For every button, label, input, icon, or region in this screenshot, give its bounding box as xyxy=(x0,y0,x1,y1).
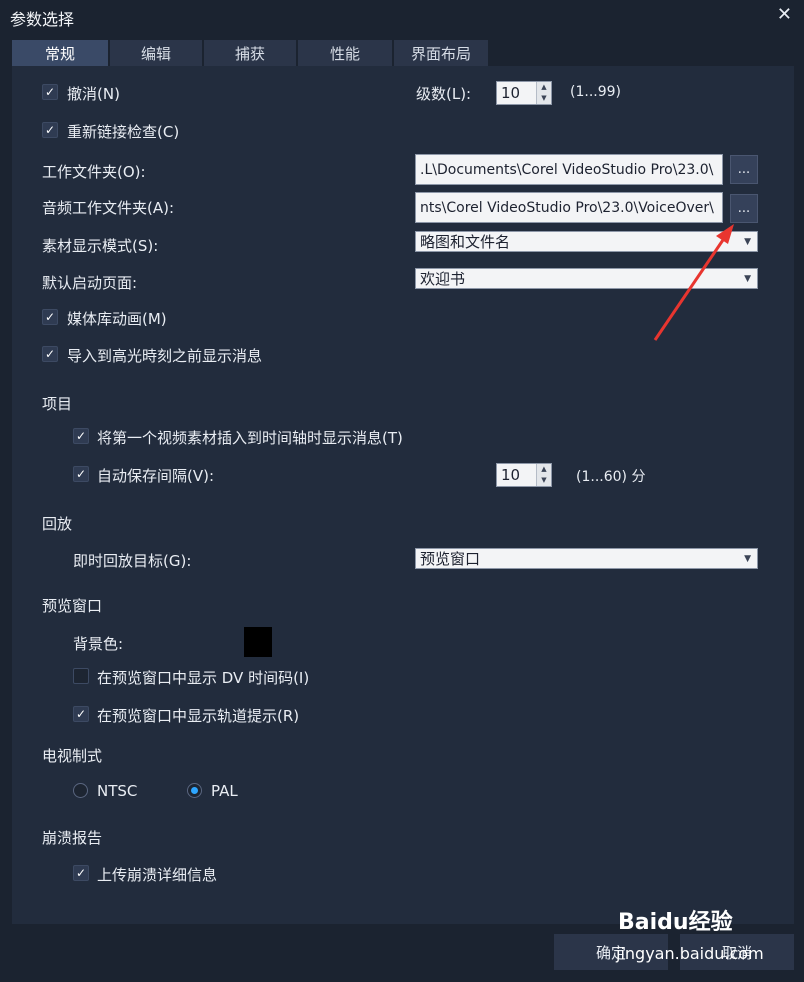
track-hints-checkbox[interactable]: ✓ xyxy=(73,706,89,722)
track-hints-label: 在预览窗口中显示轨道提示(R) xyxy=(97,707,300,725)
radio-selected-dot xyxy=(191,787,198,794)
import-msg-checkbox[interactable]: ✓ xyxy=(42,346,58,362)
relink-label: 重新链接检查(C) xyxy=(67,123,180,141)
clip-display-select[interactable]: 略图和文件名 ▼ xyxy=(415,231,758,252)
dv-timecode-checkbox[interactable] xyxy=(73,668,89,684)
spin-up-icon[interactable]: ▲ xyxy=(537,82,551,93)
chevron-down-icon: ▼ xyxy=(744,554,751,564)
playback-target-label: 即时回放目标(G): xyxy=(73,552,192,570)
levels-value: 10 xyxy=(501,84,521,102)
playback-target-select[interactable]: 预览窗口 ▼ xyxy=(415,548,758,569)
tab-ui-layout[interactable]: 界面布局 xyxy=(394,40,488,67)
tab-capture[interactable]: 捕获 xyxy=(204,40,296,67)
audio-folder-browse-button[interactable]: ... xyxy=(730,194,758,223)
clip-display-value: 略图和文件名 xyxy=(420,233,511,251)
autosave-value: 10 xyxy=(501,466,521,484)
undo-checkbox[interactable]: ✓ xyxy=(42,84,58,100)
close-icon[interactable]: ✕ xyxy=(777,4,792,25)
autosave-spin-buttons[interactable]: ▲ ▼ xyxy=(536,464,551,486)
playback-target-value: 预览窗口 xyxy=(420,550,481,568)
chevron-down-icon: ▼ xyxy=(744,274,751,284)
autosave-label: 自动保存间隔(V): xyxy=(97,467,215,485)
work-folder-browse-button[interactable]: ... xyxy=(730,155,758,184)
crash-heading: 崩溃报告 xyxy=(42,829,103,847)
pal-radio[interactable] xyxy=(187,783,202,798)
work-folder-label: 工作文件夹(O): xyxy=(42,163,146,181)
work-folder-input[interactable]: .L\Documents\Corel VideoStudio Pro\23.0\ xyxy=(415,154,723,185)
ntsc-radio[interactable] xyxy=(73,783,88,798)
autosave-checkbox[interactable]: ✓ xyxy=(73,466,89,482)
bg-color-label: 背景色: xyxy=(73,635,124,653)
levels-label: 级数(L): xyxy=(416,85,472,103)
title-bar xyxy=(0,0,804,32)
bg-color-swatch[interactable] xyxy=(244,627,272,657)
insert-msg-label: 将第一个视频素材插入到时间轴时显示消息(T) xyxy=(97,429,403,447)
audio-folder-label: 音频工作文件夹(A): xyxy=(42,199,175,217)
dv-timecode-label: 在预览窗口中显示 DV 时间码(I) xyxy=(97,669,310,687)
library-anim-checkbox[interactable]: ✓ xyxy=(42,309,58,325)
levels-stepper[interactable]: 10 ▲ ▼ xyxy=(496,81,552,105)
pal-label: PAL xyxy=(211,782,238,800)
levels-spin-buttons[interactable]: ▲ ▼ xyxy=(536,82,551,104)
chevron-down-icon: ▼ xyxy=(744,237,751,247)
spin-up-icon[interactable]: ▲ xyxy=(537,464,551,475)
crash-upload-label: 上传崩溃详细信息 xyxy=(97,866,218,884)
tab-edit[interactable]: 编辑 xyxy=(110,40,202,67)
baidu-watermark-logo: Baidu经验 xyxy=(618,910,733,935)
preview-heading: 预览窗口 xyxy=(42,597,103,615)
undo-label: 撤消(N) xyxy=(67,85,120,103)
startup-page-label: 默认启动页面: xyxy=(42,274,138,292)
library-anim-label: 媒体库动画(M) xyxy=(67,310,167,328)
clip-display-label: 素材显示模式(S): xyxy=(42,237,159,255)
audio-folder-input[interactable]: nts\Corel VideoStudio Pro\23.0\VoiceOver… xyxy=(415,192,723,223)
insert-msg-checkbox[interactable]: ✓ xyxy=(73,428,89,444)
playback-heading: 回放 xyxy=(42,515,73,533)
tv-heading: 电视制式 xyxy=(42,747,103,765)
levels-range: (1...99) xyxy=(570,84,621,100)
ntsc-label: NTSC xyxy=(97,782,138,800)
window-title: 参数选择 xyxy=(10,10,75,29)
startup-page-select[interactable]: 欢迎书 ▼ xyxy=(415,268,758,289)
crash-upload-checkbox[interactable]: ✓ xyxy=(73,865,89,881)
autosave-range: (1...60) 分 xyxy=(576,469,646,485)
import-msg-label: 导入到高光時刻之前显示消息 xyxy=(67,347,263,365)
startup-page-value: 欢迎书 xyxy=(420,270,466,288)
baidu-watermark-url: jingyan.baidu.com xyxy=(616,944,764,963)
spin-down-icon[interactable]: ▼ xyxy=(537,475,551,486)
project-heading: 项目 xyxy=(42,395,73,413)
tab-general[interactable]: 常规 xyxy=(12,40,108,67)
autosave-stepper[interactable]: 10 ▲ ▼ xyxy=(496,463,552,487)
relink-checkbox[interactable]: ✓ xyxy=(42,122,58,138)
tab-performance[interactable]: 性能 xyxy=(298,40,392,67)
spin-down-icon[interactable]: ▼ xyxy=(537,93,551,104)
